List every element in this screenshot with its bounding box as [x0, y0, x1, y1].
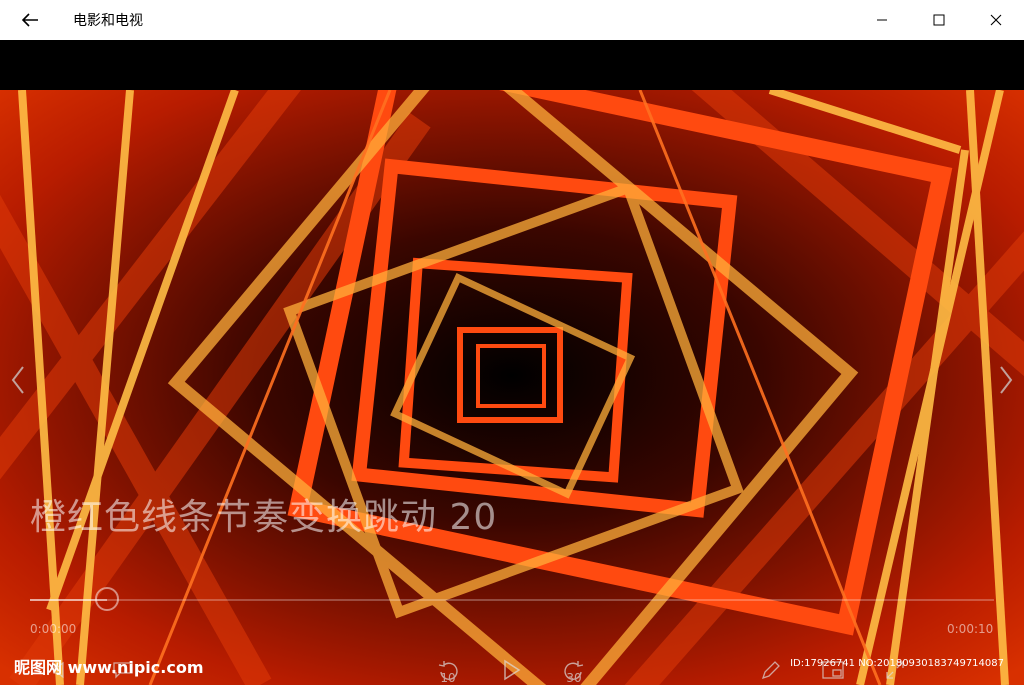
chevron-left-icon	[11, 366, 24, 394]
window-controls	[853, 0, 1024, 40]
maximize-icon	[933, 14, 944, 26]
watermark-id: ID:17926741 NO:20180930183749714087	[790, 658, 1004, 669]
app-title: 电影和电视	[73, 13, 143, 29]
close-button[interactable]	[967, 0, 1024, 40]
next-arrow[interactable]	[994, 360, 1018, 400]
back-arrow-icon	[21, 13, 38, 27]
video-frame	[0, 90, 1024, 685]
maximize-button[interactable]	[910, 0, 967, 40]
seek-thumb[interactable]	[95, 587, 119, 611]
edit-button[interactable]	[756, 654, 786, 685]
play-button[interactable]	[496, 654, 526, 685]
seek-bar[interactable]	[30, 599, 994, 601]
chevron-right-icon	[1000, 366, 1013, 394]
skip-back-button[interactable]: 10	[432, 654, 464, 685]
play-icon	[504, 659, 521, 680]
minimize-button[interactable]	[853, 0, 910, 40]
total-time: 0:00:10	[947, 622, 994, 636]
skip-forward-button[interactable]: 30	[558, 654, 590, 685]
watermark-site: 昵图网 www.nipic.com	[14, 658, 204, 677]
previous-arrow[interactable]	[6, 360, 30, 400]
pencil-icon	[761, 660, 780, 679]
title-bar: 电影和电视	[0, 0, 1024, 40]
skip-forward-label: 30	[566, 671, 582, 685]
close-icon	[990, 14, 1001, 26]
video-player[interactable]: 橙红色线条节奏变换跳动 20 0:00:00 0:00:10 10 30 昵图网…	[0, 40, 1024, 685]
elapsed-time: 0:00:00	[30, 622, 77, 636]
skip-back-label: 10	[440, 671, 456, 685]
video-title: 橙红色线条节奏变换跳动 20	[30, 497, 498, 538]
back-button[interactable]	[0, 0, 60, 40]
minimize-icon	[876, 19, 887, 21]
